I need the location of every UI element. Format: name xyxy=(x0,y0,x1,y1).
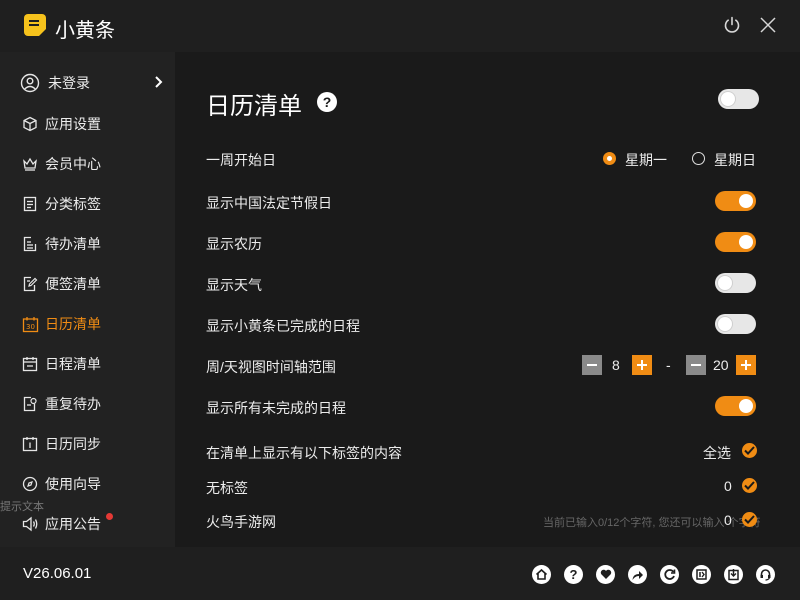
tag-row-label: 火鸟手游网 xyxy=(206,514,276,530)
tag-row-label: 无标签 xyxy=(206,480,248,496)
refresh-icon[interactable] xyxy=(660,565,679,584)
todo-list-icon xyxy=(21,235,39,253)
sidebar-item-label: 日历清单 xyxy=(45,316,101,332)
sidebar-item-calendar-sync[interactable]: 日历同步 xyxy=(0,424,175,464)
sidebar: 未登录 应用设置 会员中心 分类标签 待办清单 便签清单 30 日历清单 日程清… xyxy=(0,52,175,547)
calendar-sync-icon xyxy=(21,435,39,453)
chevron-right-icon xyxy=(154,75,164,94)
heart-icon[interactable] xyxy=(596,565,615,584)
title-bar: 小黄条 xyxy=(0,0,800,52)
export-icon[interactable] xyxy=(692,565,711,584)
start-hour-value: 8 xyxy=(612,357,620,373)
sidebar-item-label: 便签清单 xyxy=(45,276,101,292)
select-all-checkbox[interactable] xyxy=(742,443,757,458)
lunar-label: 显示农历 xyxy=(206,236,262,252)
sidebar-item-app-settings[interactable]: 应用设置 xyxy=(0,104,175,144)
user-icon xyxy=(20,73,40,93)
page-title: 日历清单 xyxy=(206,93,302,120)
time-range-label: 周/天视图时间轴范围 xyxy=(206,359,336,375)
select-all-label: 全选 xyxy=(703,445,731,461)
sidebar-item-membership[interactable]: 会员中心 xyxy=(0,144,175,184)
radio-monday-label: 星期一 xyxy=(625,152,667,168)
calendar-list-master-toggle[interactable] xyxy=(718,89,759,109)
completed-schedule-label: 显示小黄条已完成的日程 xyxy=(206,318,360,334)
sidebar-user-login[interactable]: 未登录 xyxy=(0,63,175,103)
sidebar-item-todo[interactable]: 待办清单 xyxy=(0,224,175,264)
tag-count: 0 xyxy=(724,512,732,528)
end-hour-value: 20 xyxy=(713,357,729,373)
notification-dot xyxy=(106,513,113,520)
sidebar-item-label: 应用公告 xyxy=(45,516,101,532)
start-hour-decrement-button[interactable] xyxy=(582,355,602,375)
sidebar-item-label: 分类标签 xyxy=(45,196,101,212)
tag-list-icon xyxy=(21,195,39,213)
calendar-settings-panel: 日历清单 ? 一周开始日 星期一 星期日 显示中国法定节假日 显示农历 显示天气… xyxy=(175,52,800,547)
incomplete-schedule-toggle[interactable] xyxy=(715,396,756,416)
radio-sunday[interactable] xyxy=(692,152,705,165)
version-label: V26.06.01 xyxy=(23,565,92,582)
crown-icon xyxy=(21,155,39,173)
tag-checkbox[interactable] xyxy=(742,512,757,527)
radio-sunday-label: 星期日 xyxy=(714,152,756,168)
sidebar-item-label: 待办清单 xyxy=(45,236,101,252)
sidebar-item-schedule[interactable]: 日程清单 xyxy=(0,344,175,384)
share-icon[interactable] xyxy=(628,565,647,584)
app-title: 小黄条 xyxy=(55,20,115,42)
sidebar-item-label: 会员中心 xyxy=(45,156,101,172)
svg-text:30: 30 xyxy=(26,323,35,331)
incomplete-schedule-label: 显示所有未完成的日程 xyxy=(206,400,346,416)
time-range-separator: - xyxy=(666,357,671,373)
cube-icon xyxy=(21,115,39,133)
sidebar-item-announcements[interactable]: 应用公告 xyxy=(0,504,175,544)
schedule-icon xyxy=(21,355,39,373)
sidebar-user-label: 未登录 xyxy=(48,75,90,91)
footer: V26.06.01 ? xyxy=(0,547,800,600)
power-icon[interactable] xyxy=(721,14,743,36)
week-start-label: 一周开始日 xyxy=(206,152,276,168)
home-icon[interactable] xyxy=(532,565,551,584)
help-icon[interactable]: ? xyxy=(317,92,337,112)
sidebar-item-tags[interactable]: 分类标签 xyxy=(0,184,175,224)
completed-schedule-toggle[interactable] xyxy=(715,314,756,334)
end-hour-decrement-button[interactable] xyxy=(686,355,706,375)
lunar-toggle[interactable] xyxy=(715,232,756,252)
sidebar-item-label: 使用向导 xyxy=(45,476,101,492)
calendar-30-icon: 30 xyxy=(21,315,39,333)
weather-toggle[interactable] xyxy=(715,273,756,293)
sidebar-item-label: 日历同步 xyxy=(45,436,101,452)
holidays-label: 显示中国法定节假日 xyxy=(206,195,332,211)
tags-section-label: 在清单上显示有以下标签的内容 xyxy=(206,445,402,461)
start-hour-increment-button[interactable] xyxy=(632,355,652,375)
note-edit-icon xyxy=(21,275,39,293)
sidebar-item-repeat-todo[interactable]: 重复待办 xyxy=(0,384,175,424)
sticky-note-icon xyxy=(24,14,46,36)
import-icon[interactable] xyxy=(724,565,743,584)
sidebar-item-label: 应用设置 xyxy=(45,116,101,132)
support-icon[interactable] xyxy=(756,565,775,584)
tag-checkbox[interactable] xyxy=(742,478,757,493)
repeat-icon xyxy=(21,395,39,413)
sidebar-item-notes[interactable]: 便签清单 xyxy=(0,264,175,304)
radio-monday[interactable] xyxy=(603,152,616,165)
sidebar-item-label: 重复待办 xyxy=(45,396,101,412)
guide-icon xyxy=(21,475,39,493)
weather-label: 显示天气 xyxy=(206,277,262,293)
end-hour-increment-button[interactable] xyxy=(736,355,756,375)
sidebar-item-calendar-list[interactable]: 30 日历清单 xyxy=(0,304,175,344)
holidays-toggle[interactable] xyxy=(715,191,756,211)
close-icon[interactable] xyxy=(757,14,779,36)
help-circle-icon[interactable]: ? xyxy=(564,565,583,584)
tag-count: 0 xyxy=(724,478,732,494)
sidebar-item-label: 日程清单 xyxy=(45,356,101,372)
speaker-icon xyxy=(21,515,39,533)
